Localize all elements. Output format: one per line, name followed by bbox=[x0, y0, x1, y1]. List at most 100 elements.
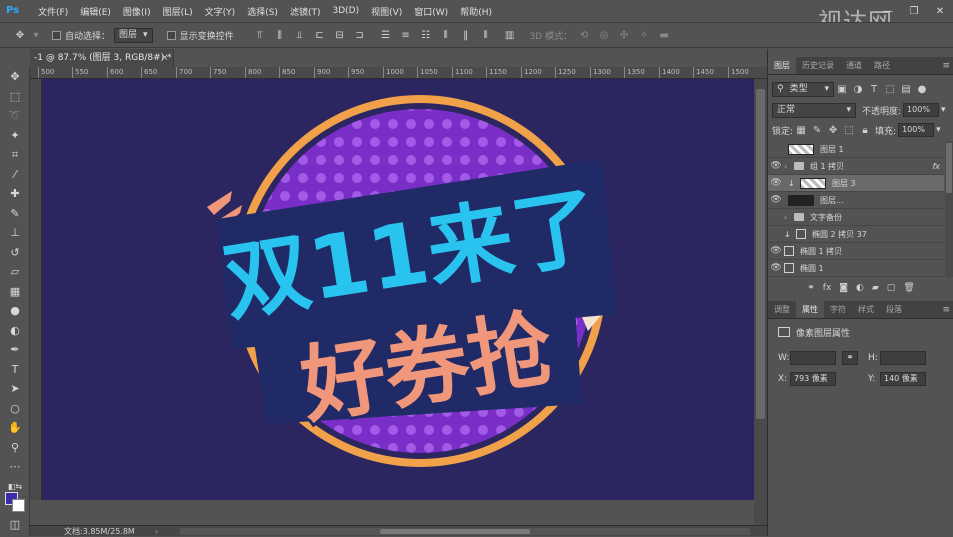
hand-tool-icon[interactable]: ✋ bbox=[0, 418, 30, 438]
new-layer-icon[interactable]: ▢ bbox=[887, 283, 896, 293]
fill-field[interactable]: 100% bbox=[898, 123, 935, 137]
magic-wand-icon[interactable]: ✦ bbox=[0, 126, 30, 146]
chevron-down-icon[interactable]: ▾ bbox=[28, 27, 44, 43]
menu-edit[interactable]: 编辑(E) bbox=[80, 5, 111, 18]
distribute-vcenter-icon[interactable]: ≡ bbox=[398, 27, 414, 43]
blur-tool-icon[interactable]: ● bbox=[0, 301, 30, 321]
menu-type[interactable]: 文字(Y) bbox=[205, 5, 236, 18]
opacity-field[interactable]: 100% bbox=[903, 103, 940, 117]
menu-file[interactable]: 文件(F) bbox=[38, 5, 68, 18]
height-field[interactable] bbox=[880, 351, 926, 365]
tab-adjustments[interactable]: 调整 bbox=[768, 301, 796, 318]
align-bottom-icon[interactable]: ⫫ bbox=[292, 27, 308, 43]
slide-3d-icon[interactable]: ✧ bbox=[636, 27, 652, 43]
x-field[interactable]: 793 像素 bbox=[790, 372, 836, 386]
document-tab[interactable]: -1 @ 87.7% (图层 3, RGB/8#) * bbox=[30, 49, 174, 67]
layer-row-selected[interactable]: 👁︎ ↓ 图层 3 bbox=[768, 175, 944, 192]
dodge-tool-icon[interactable]: ◐ bbox=[0, 321, 30, 341]
vertical-scrollbar[interactable] bbox=[754, 79, 767, 525]
eyedropper-icon[interactable]: ⁄ bbox=[0, 165, 30, 185]
distribute-top-icon[interactable]: ☰ bbox=[378, 27, 394, 43]
close-button[interactable]: ✕ bbox=[927, 0, 953, 22]
layer-row[interactable]: 👁︎ 图层... bbox=[768, 192, 944, 209]
clone-stamp-icon[interactable]: ⊥ bbox=[0, 223, 30, 243]
move-tool-icon[interactable]: ✥ bbox=[0, 67, 30, 87]
menu-filter[interactable]: 滤镜(T) bbox=[290, 5, 321, 18]
layer-row[interactable]: 👁︎ 椭圆 1 bbox=[768, 260, 944, 277]
align-vcenter-icon[interactable]: ⫼ bbox=[272, 27, 288, 43]
tab-paragraph[interactable]: 段落 bbox=[880, 301, 908, 318]
align-hcenter-icon[interactable]: ⊟ bbox=[332, 27, 348, 43]
filter-shape-icon[interactable]: ⬚ bbox=[882, 81, 898, 97]
chevron-right-icon[interactable]: › bbox=[784, 162, 794, 171]
menu-layer[interactable]: 图层(L) bbox=[163, 5, 193, 18]
lock-position-icon[interactable]: ✥ bbox=[825, 122, 841, 138]
scroll-thumb[interactable] bbox=[380, 529, 530, 534]
ellipse-tool-icon[interactable]: ○ bbox=[0, 399, 30, 419]
move-tool-icon[interactable]: ✥ bbox=[12, 27, 28, 43]
filter-adjustment-icon[interactable]: ◑ bbox=[850, 81, 866, 97]
align-top-icon[interactable]: ⫪ bbox=[252, 27, 268, 43]
trash-icon[interactable]: 🗑︎ bbox=[903, 283, 914, 293]
gradient-tool-icon[interactable]: ▦ bbox=[0, 282, 30, 302]
lock-all-icon[interactable]: 🔒︎ bbox=[857, 122, 873, 138]
blend-mode-dropdown[interactable]: 正常 ▾ bbox=[772, 102, 856, 118]
panel-menu-icon[interactable]: ≡ bbox=[942, 57, 953, 74]
layer-row[interactable]: › 文字备份 bbox=[768, 209, 944, 226]
fx-badge[interactable]: fx bbox=[932, 162, 940, 171]
status-chevron-icon[interactable]: › bbox=[155, 527, 158, 536]
filter-type-dropdown[interactable]: ⚲ 类型 ▾ bbox=[772, 81, 834, 97]
filter-type-icon[interactable]: T bbox=[866, 81, 882, 97]
eye-icon[interactable]: 👁︎ bbox=[768, 178, 784, 188]
zoom-tool-icon[interactable]: ⚲ bbox=[0, 438, 30, 458]
type-tool-icon[interactable]: T bbox=[0, 360, 30, 380]
orbit-3d-icon[interactable]: ⟲ bbox=[576, 27, 592, 43]
roll-3d-icon[interactable]: ◎ bbox=[596, 27, 612, 43]
y-field[interactable]: 140 像素 bbox=[880, 372, 926, 386]
show-transform-checkbox[interactable] bbox=[166, 30, 176, 40]
distribute-hcenter-icon[interactable]: ‖ bbox=[458, 27, 474, 43]
canvas-area[interactable]: 双11来了 好券抢 bbox=[42, 79, 754, 500]
restore-button[interactable]: ❐ bbox=[901, 0, 927, 22]
document-canvas[interactable]: 双11来了 好券抢 bbox=[42, 79, 754, 500]
menu-help[interactable]: 帮助(H) bbox=[460, 5, 492, 18]
fx-icon[interactable]: fx bbox=[823, 283, 832, 293]
distribute-bottom-icon[interactable]: ☷ bbox=[418, 27, 434, 43]
show-transform-option[interactable]: 显示变换控件 bbox=[166, 29, 234, 42]
brush-tool-icon[interactable]: ✎ bbox=[0, 204, 30, 224]
background-color-swatch[interactable] bbox=[12, 499, 25, 512]
horizontal-scrollbar[interactable] bbox=[180, 528, 750, 535]
auto-select-checkbox[interactable] bbox=[52, 30, 61, 40]
close-tab-icon[interactable]: × bbox=[161, 49, 173, 67]
tab-styles[interactable]: 样式 bbox=[852, 301, 880, 318]
quick-mask-icon[interactable]: ◫ bbox=[0, 515, 30, 535]
layer-row[interactable]: 👁︎ 椭圆 1 拷贝 bbox=[768, 243, 944, 260]
menu-view[interactable]: 视图(V) bbox=[371, 5, 402, 18]
tab-character[interactable]: 字符 bbox=[824, 301, 852, 318]
menu-3d[interactable]: 3D(D) bbox=[332, 6, 359, 16]
tab-properties[interactable]: 属性 bbox=[796, 301, 824, 318]
layer-row[interactable]: ↓ 椭圆 2 拷贝 37 bbox=[768, 226, 944, 243]
layers-scrollbar[interactable] bbox=[945, 141, 953, 277]
menu-select[interactable]: 选择(S) bbox=[247, 5, 278, 18]
layer-row[interactable]: 图层 1 bbox=[768, 141, 944, 158]
tab-layers[interactable]: 图层 bbox=[768, 57, 796, 74]
chevron-down-icon[interactable]: ▾ bbox=[941, 105, 946, 115]
width-field[interactable] bbox=[790, 351, 836, 365]
eye-icon[interactable]: 👁︎ bbox=[768, 161, 784, 171]
filter-smart-icon[interactable]: ▤ bbox=[898, 81, 914, 97]
link-icon[interactable]: ⚭ bbox=[842, 351, 858, 365]
pan-3d-icon[interactable]: ✣ bbox=[616, 27, 632, 43]
auto-align-icon[interactable]: ▥ bbox=[502, 27, 518, 43]
menu-image[interactable]: 图像(I) bbox=[123, 5, 151, 18]
adjustment-layer-icon[interactable]: ◐ bbox=[856, 283, 864, 293]
lock-artboard-icon[interactable]: ⬚ bbox=[841, 122, 857, 138]
pen-tool-icon[interactable]: ✒ bbox=[0, 340, 30, 360]
scroll-thumb[interactable] bbox=[756, 89, 765, 419]
menu-window[interactable]: 窗口(W) bbox=[414, 5, 448, 18]
lock-transparency-icon[interactable]: ▦ bbox=[793, 122, 809, 138]
layer-row[interactable]: 👁︎ › 组 1 拷贝 fx bbox=[768, 158, 944, 175]
marquee-tool-icon[interactable]: ⬚ bbox=[0, 87, 30, 107]
add-mask-icon[interactable]: ◙ bbox=[839, 283, 848, 293]
align-left-icon[interactable]: ⊏ bbox=[312, 27, 328, 43]
